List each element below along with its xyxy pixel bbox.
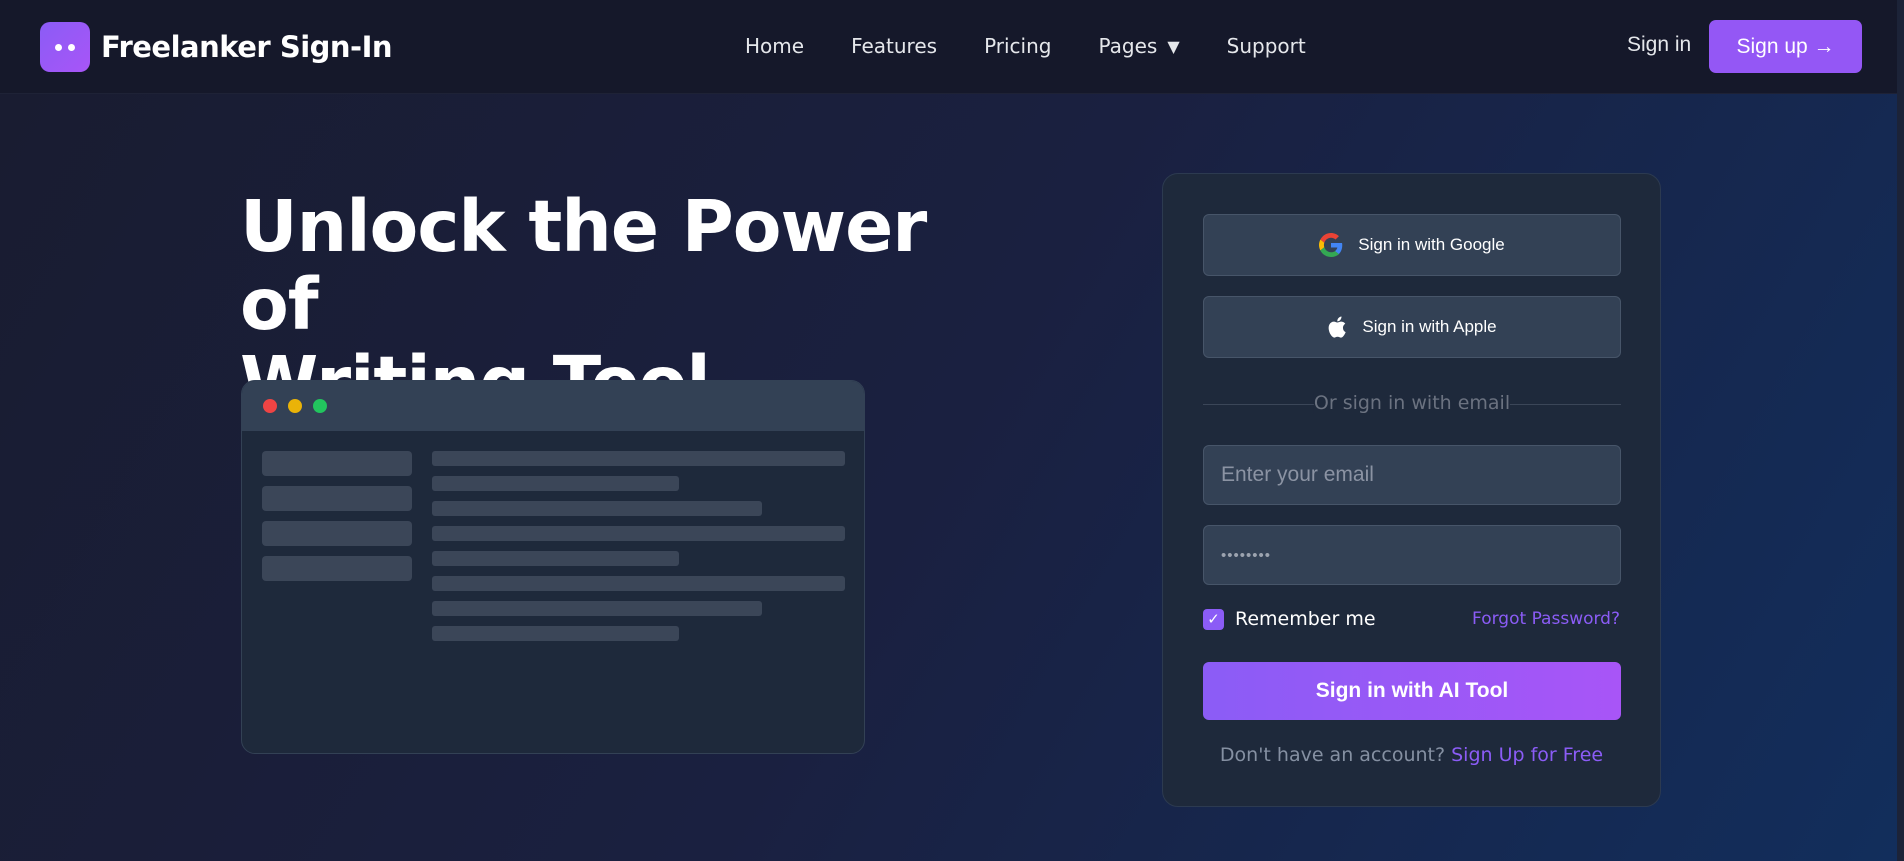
skeleton-line <box>432 526 845 541</box>
nav-support-link[interactable]: Support <box>1227 34 1306 58</box>
chat-bubble-dots-icon <box>40 22 90 72</box>
skeleton-bar <box>262 521 412 546</box>
email-input[interactable] <box>1203 445 1621 505</box>
brand-title: Freelanker Sign-In <box>101 30 393 64</box>
skeleton-line <box>432 476 679 491</box>
skeleton-line <box>432 501 762 516</box>
remember-me-label: Remember me <box>1235 608 1376 630</box>
preview-sidebar-skeleton <box>262 451 412 591</box>
google-signin-button[interactable]: Sign in with Google <box>1203 214 1621 276</box>
top-navbar: Freelanker Sign-In Home Features Pricing… <box>0 0 1904 94</box>
skeleton-line <box>432 576 845 591</box>
submit-signin-button[interactable]: Sign in with AI Tool <box>1203 662 1621 720</box>
skeleton-bar <box>262 556 412 581</box>
divider-text: Or sign in with email <box>1313 392 1511 414</box>
nav-signin-link[interactable]: Sign in <box>1627 33 1691 57</box>
apple-signin-button[interactable]: Sign in with Apple <box>1203 296 1621 358</box>
apple-icon <box>1327 316 1347 338</box>
apple-signin-label: Sign in with Apple <box>1362 317 1497 336</box>
nav-features-link[interactable]: Features <box>851 34 937 58</box>
skeleton-line <box>432 626 679 641</box>
nav-signup-button[interactable]: Sign up → <box>1709 20 1862 73</box>
hero-title-line-1: Unlock the Power of <box>240 185 927 346</box>
nav-pages-label: Pages <box>1098 34 1158 58</box>
no-account-text: Don't have an account? <box>1219 744 1446 766</box>
skeleton-line <box>432 551 679 566</box>
password-input[interactable] <box>1203 525 1621 585</box>
preview-content-skeleton <box>432 451 845 651</box>
google-icon <box>1319 233 1343 257</box>
remember-me-toggle[interactable]: ✓ Remember me <box>1203 608 1376 630</box>
forgot-password-link[interactable]: Forgot Password? <box>1472 609 1620 629</box>
page-scrollbar[interactable] <box>1897 0 1904 861</box>
window-close-dot-icon <box>263 399 277 413</box>
window-maximize-dot-icon <box>313 399 327 413</box>
google-signin-label: Sign in with Google <box>1358 235 1505 254</box>
signup-free-link[interactable]: Sign Up for Free <box>1451 744 1603 766</box>
skeleton-line <box>432 601 762 616</box>
brand[interactable]: Freelanker Sign-In <box>40 22 393 72</box>
email-divider: Or sign in with email <box>1203 392 1621 416</box>
skeleton-bar <box>262 486 412 511</box>
nav-pricing-link[interactable]: Pricing <box>984 34 1051 58</box>
window-minimize-dot-icon <box>288 399 302 413</box>
signup-prompt: Don't have an account? Sign Up for Free <box>1163 744 1660 766</box>
preview-titlebar <box>242 381 864 431</box>
signin-card: Sign in with Google Sign in with Apple O… <box>1162 173 1661 807</box>
nav-pages-dropdown[interactable]: Pages ▼ <box>1098 34 1179 58</box>
nav-home-link[interactable]: Home <box>745 34 804 58</box>
main-nav: Home Features Pricing Pages ▼ Support <box>745 34 1306 58</box>
skeleton-bar <box>262 451 412 476</box>
caret-down-icon: ▼ <box>1167 36 1180 56</box>
app-preview-window <box>241 380 865 754</box>
remember-me-checkbox[interactable]: ✓ <box>1203 608 1224 630</box>
skeleton-line <box>432 451 845 466</box>
